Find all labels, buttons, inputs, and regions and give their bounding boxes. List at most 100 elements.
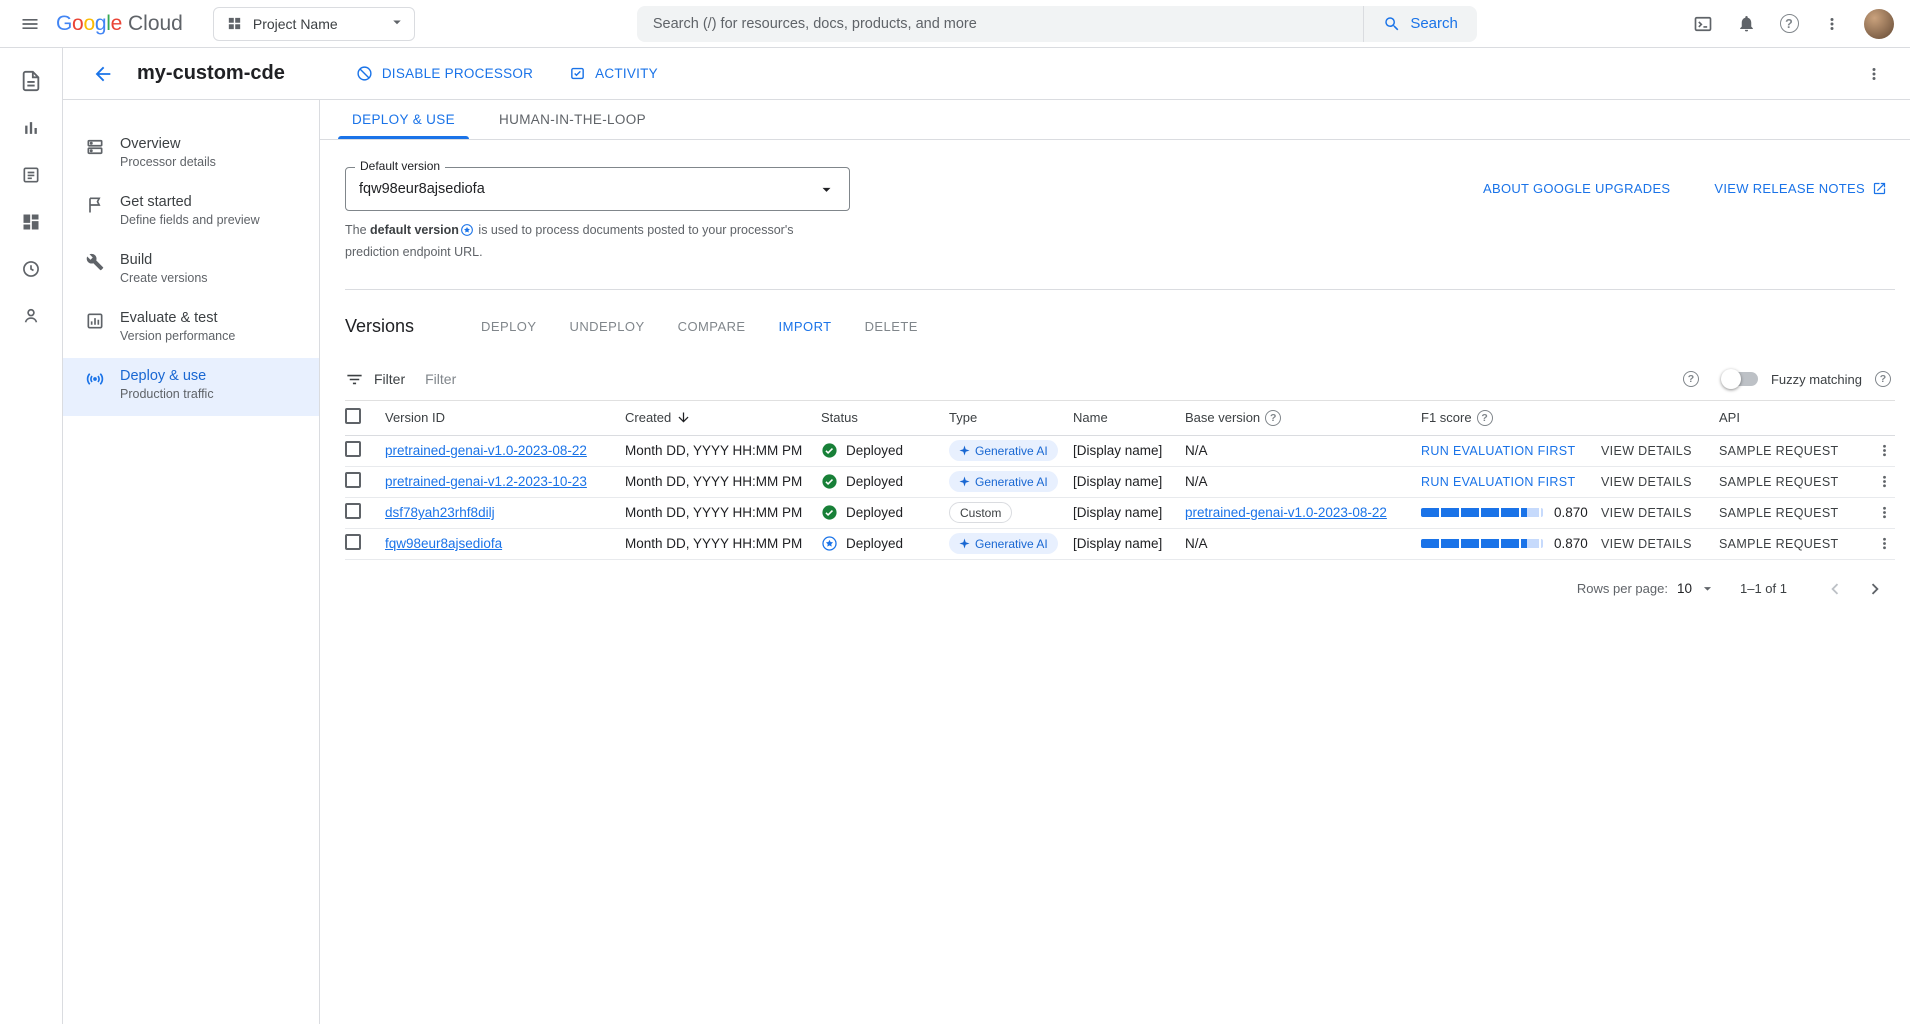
created-cell: Month DD, YYYY HH:MM PM — [625, 505, 821, 520]
default-version-select[interactable]: fqw98eur8ajsediofa — [345, 167, 850, 211]
search-button[interactable]: Search — [1363, 6, 1477, 42]
import-button[interactable]: IMPORT — [765, 311, 846, 342]
search-button-label: Search — [1410, 15, 1458, 32]
f1-score-help-icon[interactable] — [1477, 410, 1493, 426]
type-badge: Generative AI — [949, 440, 1058, 461]
default-version-star-icon — [821, 535, 838, 552]
column-header-base-version[interactable]: Base version — [1185, 410, 1421, 426]
more-options-button[interactable] — [1812, 4, 1852, 44]
view-details-button[interactable]: VIEW DETAILS — [1601, 475, 1692, 489]
version-id-link[interactable]: fqw98eur8ajsediofa — [385, 536, 502, 551]
delete-button[interactable]: DELETE — [851, 311, 932, 342]
sidebar-item-get-started[interactable]: Get started Define fields and preview — [63, 184, 319, 242]
row-checkbox[interactable] — [345, 534, 361, 550]
deploy-button[interactable]: DEPLOY — [467, 311, 550, 342]
view-details-button[interactable]: VIEW DETAILS — [1601, 506, 1692, 520]
pinned-product-admin-icon[interactable] — [12, 297, 50, 335]
row-menu-button[interactable] — [1869, 498, 1899, 528]
chevron-left-icon — [1824, 578, 1846, 600]
cloud-shell-button[interactable] — [1683, 4, 1723, 44]
notifications-button[interactable] — [1726, 4, 1766, 44]
type-label: Custom — [960, 506, 1001, 520]
back-button[interactable] — [83, 54, 123, 94]
next-page-button[interactable] — [1855, 569, 1895, 609]
pinned-product-chart-icon[interactable] — [12, 109, 50, 147]
select-all-checkbox[interactable] — [345, 408, 361, 424]
sidebar-item-deploy-use[interactable]: Deploy & use Production traffic — [63, 358, 319, 416]
google-cloud-logo[interactable]: Google Cloud — [56, 12, 183, 36]
column-header-type[interactable]: Type — [949, 410, 1073, 425]
sidebar-item-evaluate-test[interactable]: Evaluate & test Version performance — [63, 300, 319, 358]
sidebar-item-overview[interactable]: Overview Processor details — [63, 126, 319, 184]
row-menu-button[interactable] — [1869, 436, 1899, 466]
base-version-help-icon[interactable] — [1265, 410, 1281, 426]
row-menu-button[interactable] — [1869, 529, 1899, 559]
column-header-f1-score[interactable]: F1 score — [1421, 410, 1601, 426]
pinned-product-history-icon[interactable] — [12, 250, 50, 288]
column-header-created[interactable]: Created — [625, 410, 821, 425]
toggle-knob — [1721, 369, 1741, 389]
view-release-notes-link[interactable]: VIEW RELEASE NOTES — [1714, 181, 1887, 196]
fuzzy-matching-toggle[interactable] — [1724, 372, 1758, 386]
table-row: pretrained-genai-v1.2-2023-10-23 Month D… — [345, 467, 1895, 498]
link-label: VIEW RELEASE NOTES — [1714, 181, 1865, 196]
base-version-link[interactable]: pretrained-genai-v1.0-2023-08-22 — [1185, 505, 1387, 520]
versions-header: Versions DEPLOY UNDEPLOY COMPARE IMPORT … — [345, 311, 1895, 342]
project-icon — [226, 15, 243, 32]
nav-item-sublabel: Processor details — [120, 155, 216, 169]
deployed-check-icon — [821, 504, 838, 521]
pinned-product-dashboard-icon[interactable] — [12, 203, 50, 241]
version-id-link[interactable]: pretrained-genai-v1.0-2023-08-22 — [385, 443, 587, 458]
processor-more-button[interactable] — [1854, 54, 1894, 94]
view-details-button[interactable]: VIEW DETAILS — [1601, 537, 1692, 551]
pinned-product-list-icon[interactable] — [12, 156, 50, 194]
prev-page-button[interactable] — [1815, 569, 1855, 609]
undeploy-button[interactable]: UNDEPLOY — [556, 311, 659, 342]
sample-request-button[interactable]: SAMPLE REQUEST — [1719, 475, 1839, 489]
nav-item-sublabel: Define fields and preview — [120, 213, 260, 227]
project-selector[interactable]: Project Name — [213, 7, 415, 41]
rows-per-page-select[interactable]: 10 — [1677, 580, 1716, 597]
main-content: DEPLOY & USE HUMAN-IN-THE-LOOP Default v… — [320, 100, 1910, 1024]
table-row: pretrained-genai-v1.0-2023-08-22 Month D… — [345, 436, 1895, 467]
chevron-right-icon — [1864, 578, 1886, 600]
row-checkbox[interactable] — [345, 441, 361, 457]
filter-input[interactable] — [425, 371, 1683, 387]
sample-request-button[interactable]: SAMPLE REQUEST — [1719, 506, 1839, 520]
compare-button[interactable]: COMPARE — [664, 311, 760, 342]
column-header-api: API — [1719, 410, 1869, 425]
version-id-link[interactable]: dsf78yah23rhf8dilj — [385, 505, 495, 520]
view-details-button[interactable]: VIEW DETAILS — [1601, 444, 1692, 458]
nav-item-label: Build — [120, 252, 208, 268]
version-id-link[interactable]: pretrained-genai-v1.2-2023-10-23 — [385, 474, 587, 489]
activity-button[interactable]: ACTIVITY — [558, 58, 669, 89]
tab-human-in-the-loop[interactable]: HUMAN-IN-THE-LOOP — [477, 100, 668, 139]
column-header-name[interactable]: Name — [1073, 410, 1185, 425]
disable-processor-button[interactable]: DISABLE PROCESSOR — [345, 58, 544, 89]
column-header-status[interactable]: Status — [821, 410, 949, 425]
sample-request-button[interactable]: SAMPLE REQUEST — [1719, 537, 1839, 551]
run-evaluation-first-link[interactable]: RUN EVALUATION FIRST — [1421, 475, 1575, 489]
row-checkbox[interactable] — [345, 472, 361, 488]
about-google-upgrades-link[interactable]: ABOUT GOOGLE UPGRADES — [1483, 181, 1670, 196]
help-button[interactable] — [1769, 4, 1809, 44]
avatar[interactable] — [1864, 9, 1894, 39]
search-input[interactable] — [637, 6, 1363, 42]
row-menu-button[interactable] — [1869, 467, 1899, 497]
sidebar-item-build[interactable]: Build Create versions — [63, 242, 319, 300]
genai-sparkle-icon — [959, 476, 970, 487]
section-divider — [345, 289, 1895, 290]
run-evaluation-first-link[interactable]: RUN EVALUATION FIRST — [1421, 444, 1575, 458]
column-header-version-id[interactable]: Version ID — [385, 410, 625, 425]
type-label: Generative AI — [975, 475, 1048, 489]
filter-help-icon[interactable] — [1683, 371, 1699, 387]
document-ai-product-icon[interactable] — [12, 62, 50, 100]
tab-deploy-use[interactable]: DEPLOY & USE — [330, 100, 477, 139]
menu-button[interactable] — [10, 4, 50, 44]
more-vert-icon — [1876, 442, 1893, 459]
row-checkbox[interactable] — [345, 503, 361, 519]
search-icon — [1383, 15, 1401, 33]
column-label: API — [1719, 410, 1740, 425]
sample-request-button[interactable]: SAMPLE REQUEST — [1719, 444, 1839, 458]
fuzzy-matching-help-icon[interactable] — [1875, 371, 1891, 387]
